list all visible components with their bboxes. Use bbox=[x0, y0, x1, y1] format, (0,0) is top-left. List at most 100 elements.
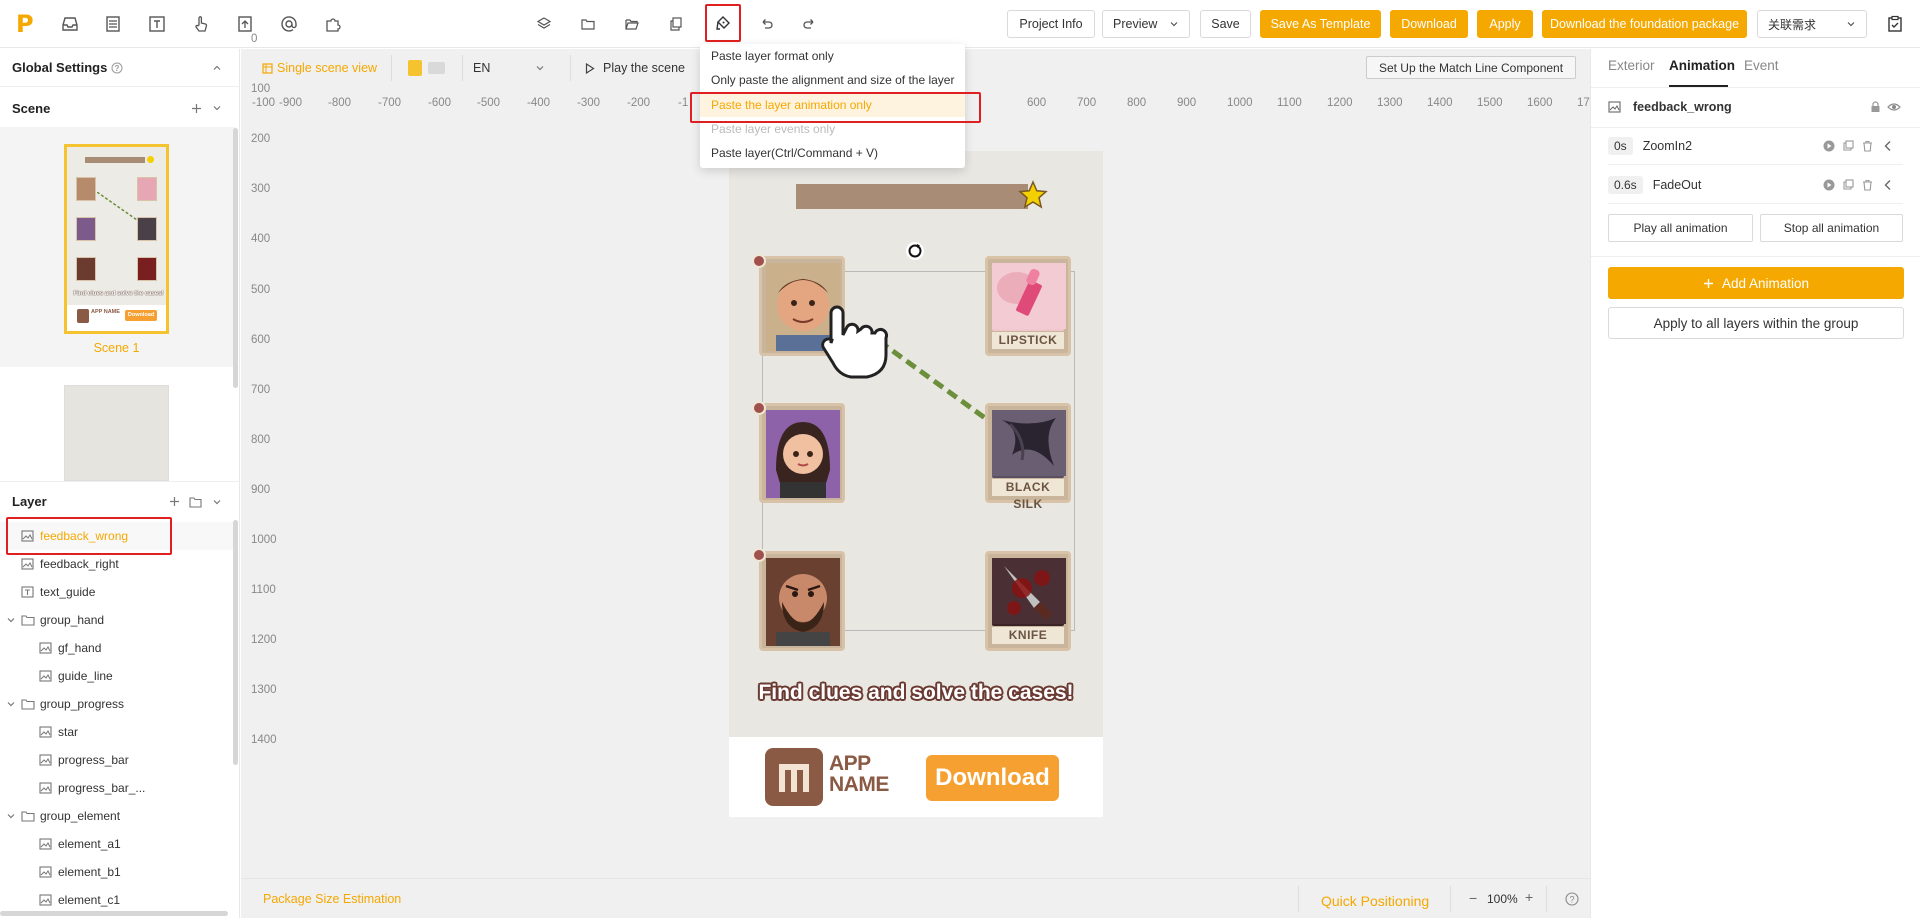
connect-dot-2[interactable] bbox=[752, 401, 766, 415]
layer-row[interactable]: group_hand bbox=[0, 606, 236, 634]
star-icon[interactable] bbox=[1018, 180, 1048, 210]
tab-animation[interactable]: Animation bbox=[1669, 58, 1735, 73]
help-icon[interactable]: ? bbox=[1565, 892, 1579, 906]
zoom-in-button[interactable]: + bbox=[1525, 889, 1533, 905]
scene-scrollbar[interactable] bbox=[233, 128, 238, 388]
tab-event[interactable]: Event bbox=[1744, 58, 1779, 73]
layer-row[interactable]: element_b1 bbox=[0, 858, 236, 886]
redo-icon[interactable] bbox=[798, 12, 822, 36]
character-card-3[interactable] bbox=[759, 551, 845, 651]
layer-row[interactable]: group_element bbox=[0, 802, 236, 830]
scene-2-thumbnail[interactable] bbox=[64, 385, 169, 481]
layer-row[interactable]: element_c1 bbox=[0, 886, 236, 914]
layer-row[interactable]: progress_bar_... bbox=[0, 774, 236, 802]
save-button[interactable]: Save bbox=[1200, 10, 1251, 38]
chevron-left-icon[interactable] bbox=[1883, 179, 1893, 191]
layer-scrollbar[interactable] bbox=[233, 520, 238, 765]
color-swatch-yellow[interactable] bbox=[408, 60, 422, 76]
color-swatch-gray[interactable] bbox=[428, 62, 445, 74]
paste-layer-item[interactable]: Paste layer(Ctrl/Command + V) bbox=[700, 141, 965, 165]
eye-icon[interactable] bbox=[1887, 102, 1901, 112]
layer-row[interactable]: guide_line bbox=[0, 662, 236, 690]
scene-1-thumbnail[interactable]: Find clues and solve the cases! APP NAME… bbox=[64, 144, 169, 334]
chevron-down-icon[interactable] bbox=[212, 103, 222, 113]
item-card-knife[interactable]: KNIFE bbox=[985, 551, 1071, 651]
undo-icon[interactable] bbox=[754, 12, 778, 36]
save-as-template-button[interactable]: Save As Template bbox=[1260, 10, 1381, 38]
ad-download-button[interactable]: Download bbox=[926, 755, 1059, 801]
animation-row[interactable]: 0.6s FadeOut bbox=[1608, 166, 1903, 204]
copy-icon[interactable] bbox=[1843, 140, 1854, 151]
help-icon[interactable]: ? bbox=[111, 62, 123, 74]
play-scene-button[interactable]: Play the scene bbox=[585, 58, 685, 78]
chevron-down-icon[interactable] bbox=[6, 699, 16, 709]
paste-alignment-size-item[interactable]: Only paste the alignment and size of the… bbox=[700, 68, 965, 92]
quick-positioning-button[interactable]: Quick Positioning bbox=[1321, 893, 1429, 909]
apply-button[interactable]: Apply bbox=[1477, 10, 1533, 38]
chevron-left-icon[interactable] bbox=[1883, 140, 1893, 152]
item-card-black-silk[interactable]: BLACK SILK bbox=[985, 403, 1071, 511]
related-requirements-dropdown[interactable]: 关联需求 bbox=[1757, 10, 1867, 38]
layout-icon[interactable] bbox=[101, 12, 125, 36]
at-icon[interactable] bbox=[277, 12, 301, 36]
apply-to-group-button[interactable]: Apply to all layers within the group bbox=[1608, 307, 1904, 339]
folder-icon[interactable] bbox=[189, 496, 202, 508]
layer-title: Layer bbox=[12, 494, 47, 509]
language-select[interactable]: EN bbox=[473, 58, 545, 78]
puzzle-icon[interactable] bbox=[321, 12, 345, 36]
gesture-icon[interactable] bbox=[189, 12, 213, 36]
headline-text[interactable]: Find clues and solve the cases! bbox=[729, 681, 1103, 705]
add-layer-icon[interactable] bbox=[169, 496, 180, 507]
layer-row[interactable]: gf_hand bbox=[0, 634, 236, 662]
layer-row[interactable]: group_progress bbox=[0, 690, 236, 718]
stop-all-animation-button[interactable]: Stop all animation bbox=[1760, 214, 1903, 242]
animation-row[interactable]: 0s ZoomIn2 bbox=[1608, 127, 1903, 165]
artboard[interactable]: LIPSTICK BLACK SILK KNIFE Find clues and… bbox=[729, 151, 1103, 817]
paste-format-button[interactable] bbox=[705, 4, 741, 42]
text-layer-icon bbox=[21, 586, 34, 598]
connect-dot-3[interactable] bbox=[752, 548, 766, 562]
play-all-animation-button[interactable]: Play all animation bbox=[1608, 214, 1753, 242]
play-circle-icon[interactable] bbox=[1823, 179, 1835, 191]
tab-exterior[interactable]: Exterior bbox=[1608, 58, 1655, 73]
single-scene-view-toggle[interactable]: Single scene view bbox=[262, 59, 377, 77]
hand-pointer-icon[interactable] bbox=[817, 303, 897, 383]
add-scene-icon[interactable] bbox=[191, 103, 202, 114]
preview-dropdown[interactable]: Preview bbox=[1102, 10, 1190, 38]
match-line-button[interactable]: Set Up the Match Line Component bbox=[1366, 56, 1576, 79]
layer-row[interactable]: text_guide bbox=[0, 578, 236, 606]
zoom-out-button[interactable]: − bbox=[1469, 890, 1477, 906]
copy-icon[interactable] bbox=[1843, 179, 1854, 190]
horizontal-scrollbar[interactable] bbox=[0, 911, 228, 916]
chevron-up-icon[interactable] bbox=[212, 63, 222, 73]
delete-icon[interactable] bbox=[1862, 140, 1873, 152]
chevron-down-icon[interactable] bbox=[6, 811, 16, 821]
download-foundation-button[interactable]: Download the foundation package bbox=[1542, 10, 1747, 38]
chevron-down-icon[interactable] bbox=[212, 497, 222, 507]
package-size-link[interactable]: Package Size Estimation bbox=[263, 892, 401, 906]
progress-bar[interactable] bbox=[796, 184, 1028, 209]
download-button[interactable]: Download bbox=[1390, 10, 1468, 38]
inbox-icon[interactable] bbox=[58, 12, 82, 36]
folder-open-icon[interactable] bbox=[620, 12, 644, 36]
global-settings-header[interactable]: Global Settings ? bbox=[0, 49, 240, 87]
project-info-button[interactable]: Project Info bbox=[1007, 10, 1095, 38]
delete-icon[interactable] bbox=[1862, 179, 1873, 191]
chevron-down-icon[interactable] bbox=[6, 615, 16, 625]
layer-row[interactable]: element_a1 bbox=[0, 830, 236, 858]
image-icon bbox=[39, 754, 52, 766]
add-animation-button[interactable]: Add Animation bbox=[1608, 267, 1904, 299]
connect-dot-1[interactable] bbox=[752, 254, 766, 268]
folder-icon[interactable] bbox=[576, 12, 600, 36]
play-circle-icon[interactable] bbox=[1823, 140, 1835, 152]
paste-format-only-item[interactable]: Paste layer format only bbox=[700, 44, 965, 68]
item-card-lipstick[interactable]: LIPSTICK bbox=[985, 256, 1071, 356]
layers-icon[interactable] bbox=[532, 12, 556, 36]
layer-row[interactable]: star bbox=[0, 718, 236, 746]
checklist-icon[interactable] bbox=[1883, 12, 1907, 36]
lock-icon[interactable] bbox=[1870, 101, 1881, 113]
text-icon[interactable] bbox=[145, 12, 169, 36]
character-card-2[interactable] bbox=[759, 403, 845, 503]
copy-icon[interactable] bbox=[664, 12, 688, 36]
layer-row[interactable]: progress_bar bbox=[0, 746, 236, 774]
